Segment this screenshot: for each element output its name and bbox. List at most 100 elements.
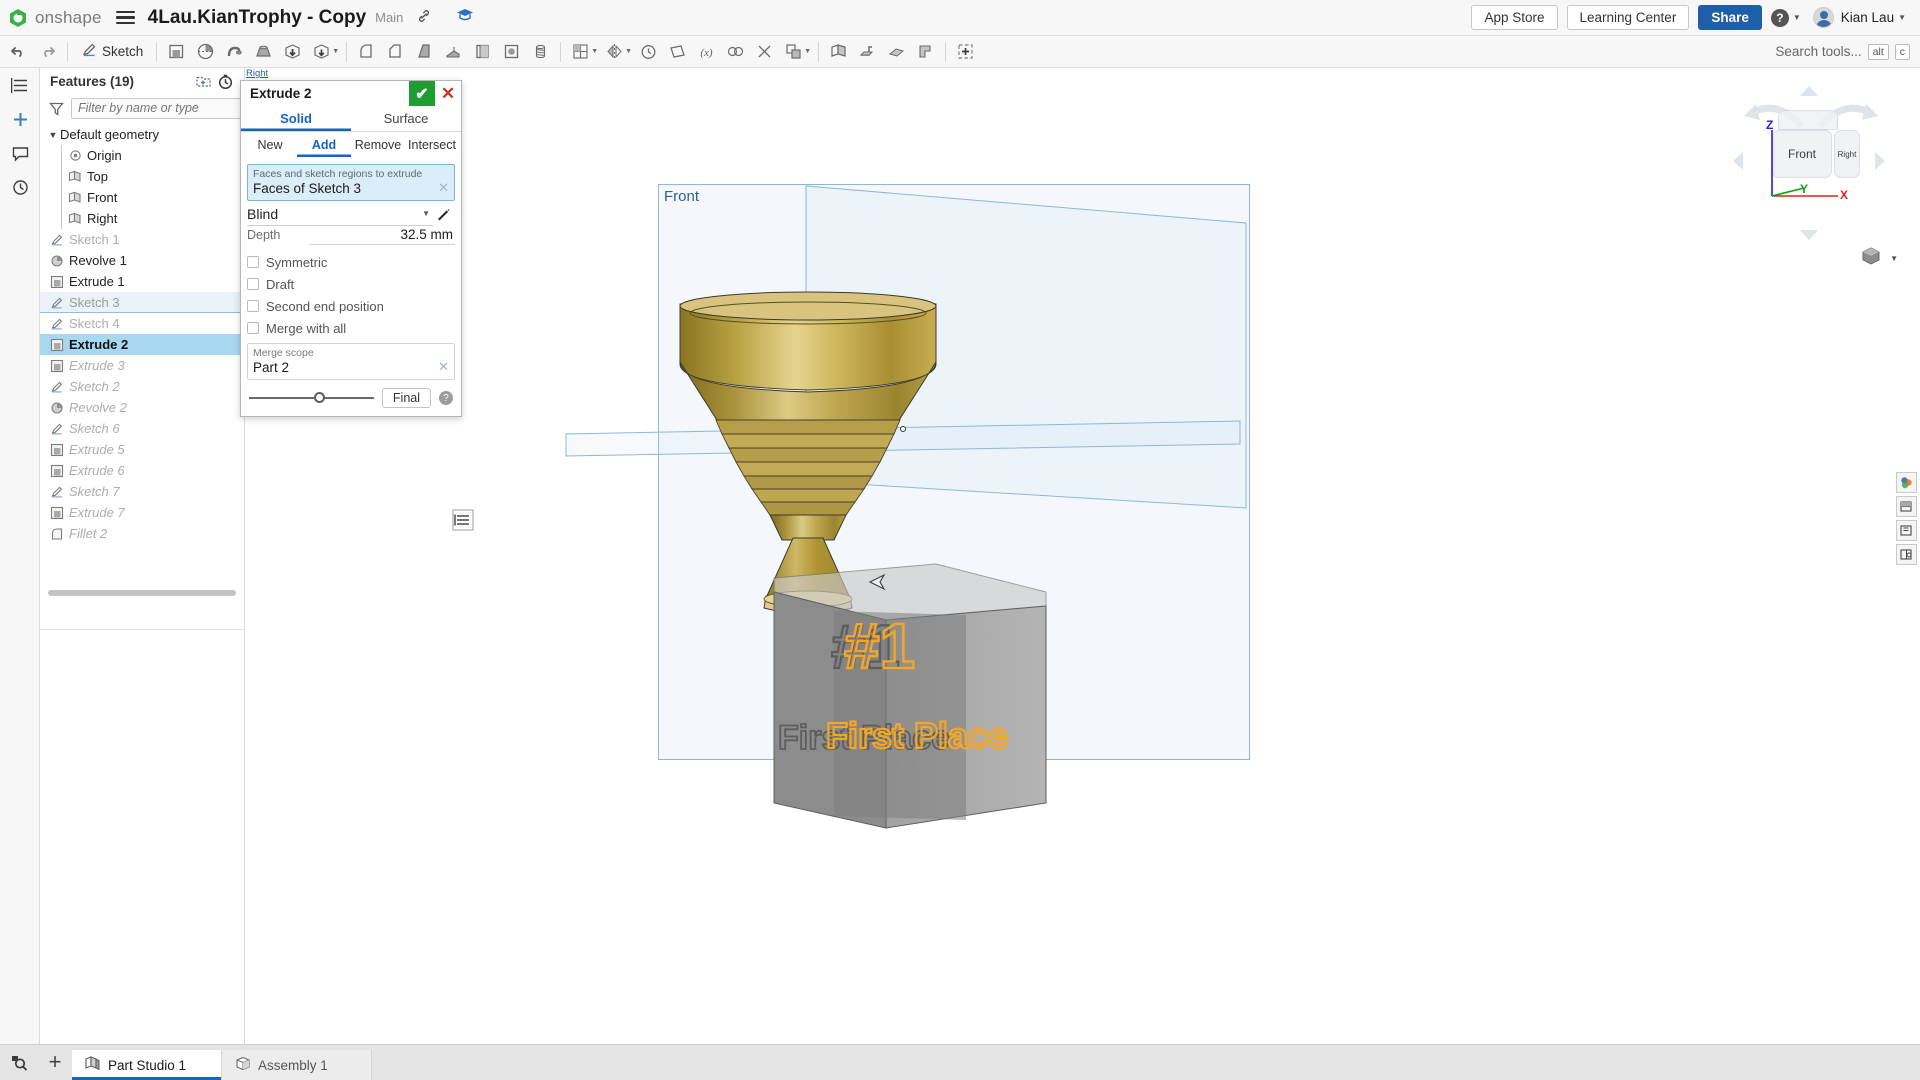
thicken-icon[interactable]: [278, 38, 307, 66]
composite-icon[interactable]: [721, 38, 750, 66]
tab-surface[interactable]: Surface: [351, 106, 461, 131]
extrude-icon[interactable]: [162, 38, 191, 66]
learning-center-button[interactable]: Learning Center: [1566, 5, 1690, 30]
op-add[interactable]: Add: [297, 135, 351, 157]
tab-icon[interactable]: [911, 38, 940, 66]
loft-icon[interactable]: [249, 38, 278, 66]
tree-row-revolve-1[interactable]: Revolve 1: [40, 250, 244, 271]
tree-row-origin[interactable]: Origin: [40, 145, 244, 166]
redo-icon[interactable]: [33, 38, 62, 66]
fillet-icon[interactable]: [352, 38, 381, 66]
variable-icon[interactable]: (x): [692, 38, 721, 66]
slider-thumb[interactable]: [313, 392, 325, 403]
rollback-timer-icon[interactable]: [214, 70, 236, 92]
clear-query-icon[interactable]: ✕: [438, 180, 449, 196]
checkbox-second-end-position[interactable]: Second end position: [241, 295, 461, 317]
op-remove[interactable]: Remove: [351, 135, 405, 157]
display-style-menu[interactable]: ▼: [1860, 246, 1898, 271]
tree-row-sketch-7[interactable]: Sketch 7: [40, 481, 244, 502]
sheet-metal-icon[interactable]: [824, 38, 853, 66]
draft-icon[interactable]: [410, 38, 439, 66]
tree-row-sketch-2[interactable]: Sketch 2: [40, 376, 244, 397]
clear-merge-scope-icon[interactable]: ✕: [438, 359, 449, 375]
shell-icon[interactable]: [468, 38, 497, 66]
depth-input[interactable]: 32.5 mm: [309, 227, 455, 245]
nav-arrow-right-icon[interactable]: [1874, 150, 1886, 177]
confirm-button[interactable]: ✔: [409, 81, 435, 106]
tree-row-extrude-7[interactable]: Extrude 7: [40, 502, 244, 523]
tree-row-revolve-2[interactable]: Revolve 2: [40, 397, 244, 418]
insert-feature-icon[interactable]: [951, 38, 980, 66]
checkbox-box[interactable]: [247, 322, 259, 334]
filter-funnel-icon[interactable]: [48, 100, 65, 117]
checkbox-box[interactable]: [247, 300, 259, 312]
op-intersect[interactable]: Intersect: [405, 135, 459, 157]
tree-row-extrude-6[interactable]: Extrude 6: [40, 460, 244, 481]
bottom-tab-assembly-1[interactable]: Assembly 1: [222, 1050, 372, 1080]
tree-row-fillet-2[interactable]: Fillet 2: [40, 523, 244, 544]
checkbox-symmetric[interactable]: Symmetric: [241, 251, 461, 273]
flange-icon[interactable]: [853, 38, 882, 66]
final-button[interactable]: Final: [381, 388, 431, 408]
checkbox-merge-with-all[interactable]: Merge with all: [241, 317, 461, 339]
checkbox-box[interactable]: [247, 278, 259, 290]
preview-slider[interactable]: [249, 392, 374, 403]
tree-row-sketch-6[interactable]: Sketch 6: [40, 418, 244, 439]
branch-name[interactable]: Main: [375, 10, 403, 25]
faces-query-box[interactable]: Faces and sketch regions to extrude Face…: [247, 164, 455, 201]
chevron-down-icon[interactable]: ▼: [591, 48, 598, 55]
sweep-icon[interactable]: [220, 38, 249, 66]
add-tab-button[interactable]: +: [38, 1044, 72, 1080]
user-menu[interactable]: Kian Lau ▼: [1812, 7, 1906, 28]
chevron-down-icon[interactable]: ▼: [46, 130, 60, 140]
graphics-viewport[interactable]: Front Right #1 First Place #1 First Plac…: [246, 68, 1920, 1044]
cancel-button[interactable]: ✕: [435, 81, 461, 106]
history-icon[interactable]: [0, 170, 40, 204]
split-icon[interactable]: [750, 38, 779, 66]
merge-scope-box[interactable]: Merge scope Part 2 ✕: [247, 343, 455, 380]
feature-list-toggle-icon[interactable]: [0, 68, 40, 102]
tree-row-right[interactable]: Right: [40, 208, 244, 229]
bottom-tab-part-studio-1[interactable]: Part Studio 1: [72, 1050, 222, 1080]
sketch-button[interactable]: Sketch: [73, 38, 151, 66]
nav-arrow-down-icon[interactable]: [1798, 228, 1820, 246]
checkbox-draft[interactable]: Draft: [241, 273, 461, 295]
rib-icon[interactable]: [439, 38, 468, 66]
measure-icon[interactable]: [1896, 544, 1917, 565]
tree-row-extrude-1[interactable]: Extrude 1: [40, 271, 244, 292]
chevron-down-icon[interactable]: ▼: [625, 48, 632, 55]
app-store-button[interactable]: App Store: [1471, 5, 1558, 30]
undo-icon[interactable]: [4, 38, 33, 66]
help-menu[interactable]: ? ▼: [1770, 8, 1801, 27]
view-cube[interactable]: Front Right Z Y X: [1730, 82, 1890, 242]
chamfer-icon[interactable]: [381, 38, 410, 66]
add-part-icon[interactable]: [0, 102, 40, 136]
chevron-down-icon[interactable]: ▼: [332, 48, 339, 55]
tree-row-front[interactable]: Front: [40, 187, 244, 208]
clock-icon[interactable]: [634, 38, 663, 66]
tree-row-extrude-3[interactable]: Extrude 3: [40, 355, 244, 376]
viewport-list-icon[interactable]: [452, 509, 474, 531]
tab-solid[interactable]: Solid: [241, 106, 351, 131]
help-icon[interactable]: ?: [439, 391, 453, 405]
tree-row-sketch-3[interactable]: Sketch 3: [40, 292, 244, 313]
revolve-icon[interactable]: [191, 38, 220, 66]
flip-direction-icon[interactable]: [433, 206, 455, 222]
tree-row-sketch-4[interactable]: Sketch 4: [40, 313, 244, 334]
default-geometry-group[interactable]: ▼ Default geometry: [40, 124, 244, 145]
tree-row-top[interactable]: Top: [40, 166, 244, 187]
chevron-down-icon[interactable]: ▼: [804, 48, 811, 55]
bend-icon[interactable]: [882, 38, 911, 66]
op-new[interactable]: New: [243, 135, 297, 157]
search-part-studio-icon[interactable]: [0, 1044, 38, 1080]
tree-row-sketch-1[interactable]: Sketch 1: [40, 229, 244, 250]
nav-arrow-left-icon[interactable]: [1732, 150, 1744, 177]
end-type-select[interactable]: Blind ▼: [247, 202, 433, 226]
share-button[interactable]: Share: [1698, 5, 1762, 30]
plane-tool-icon[interactable]: [663, 38, 692, 66]
graduation-cap-icon[interactable]: [456, 7, 474, 28]
comment-icon[interactable]: [0, 136, 40, 170]
tree-row-extrude-5[interactable]: Extrude 5: [40, 439, 244, 460]
hole-icon[interactable]: [497, 38, 526, 66]
appearance-icon[interactable]: [1896, 472, 1917, 493]
